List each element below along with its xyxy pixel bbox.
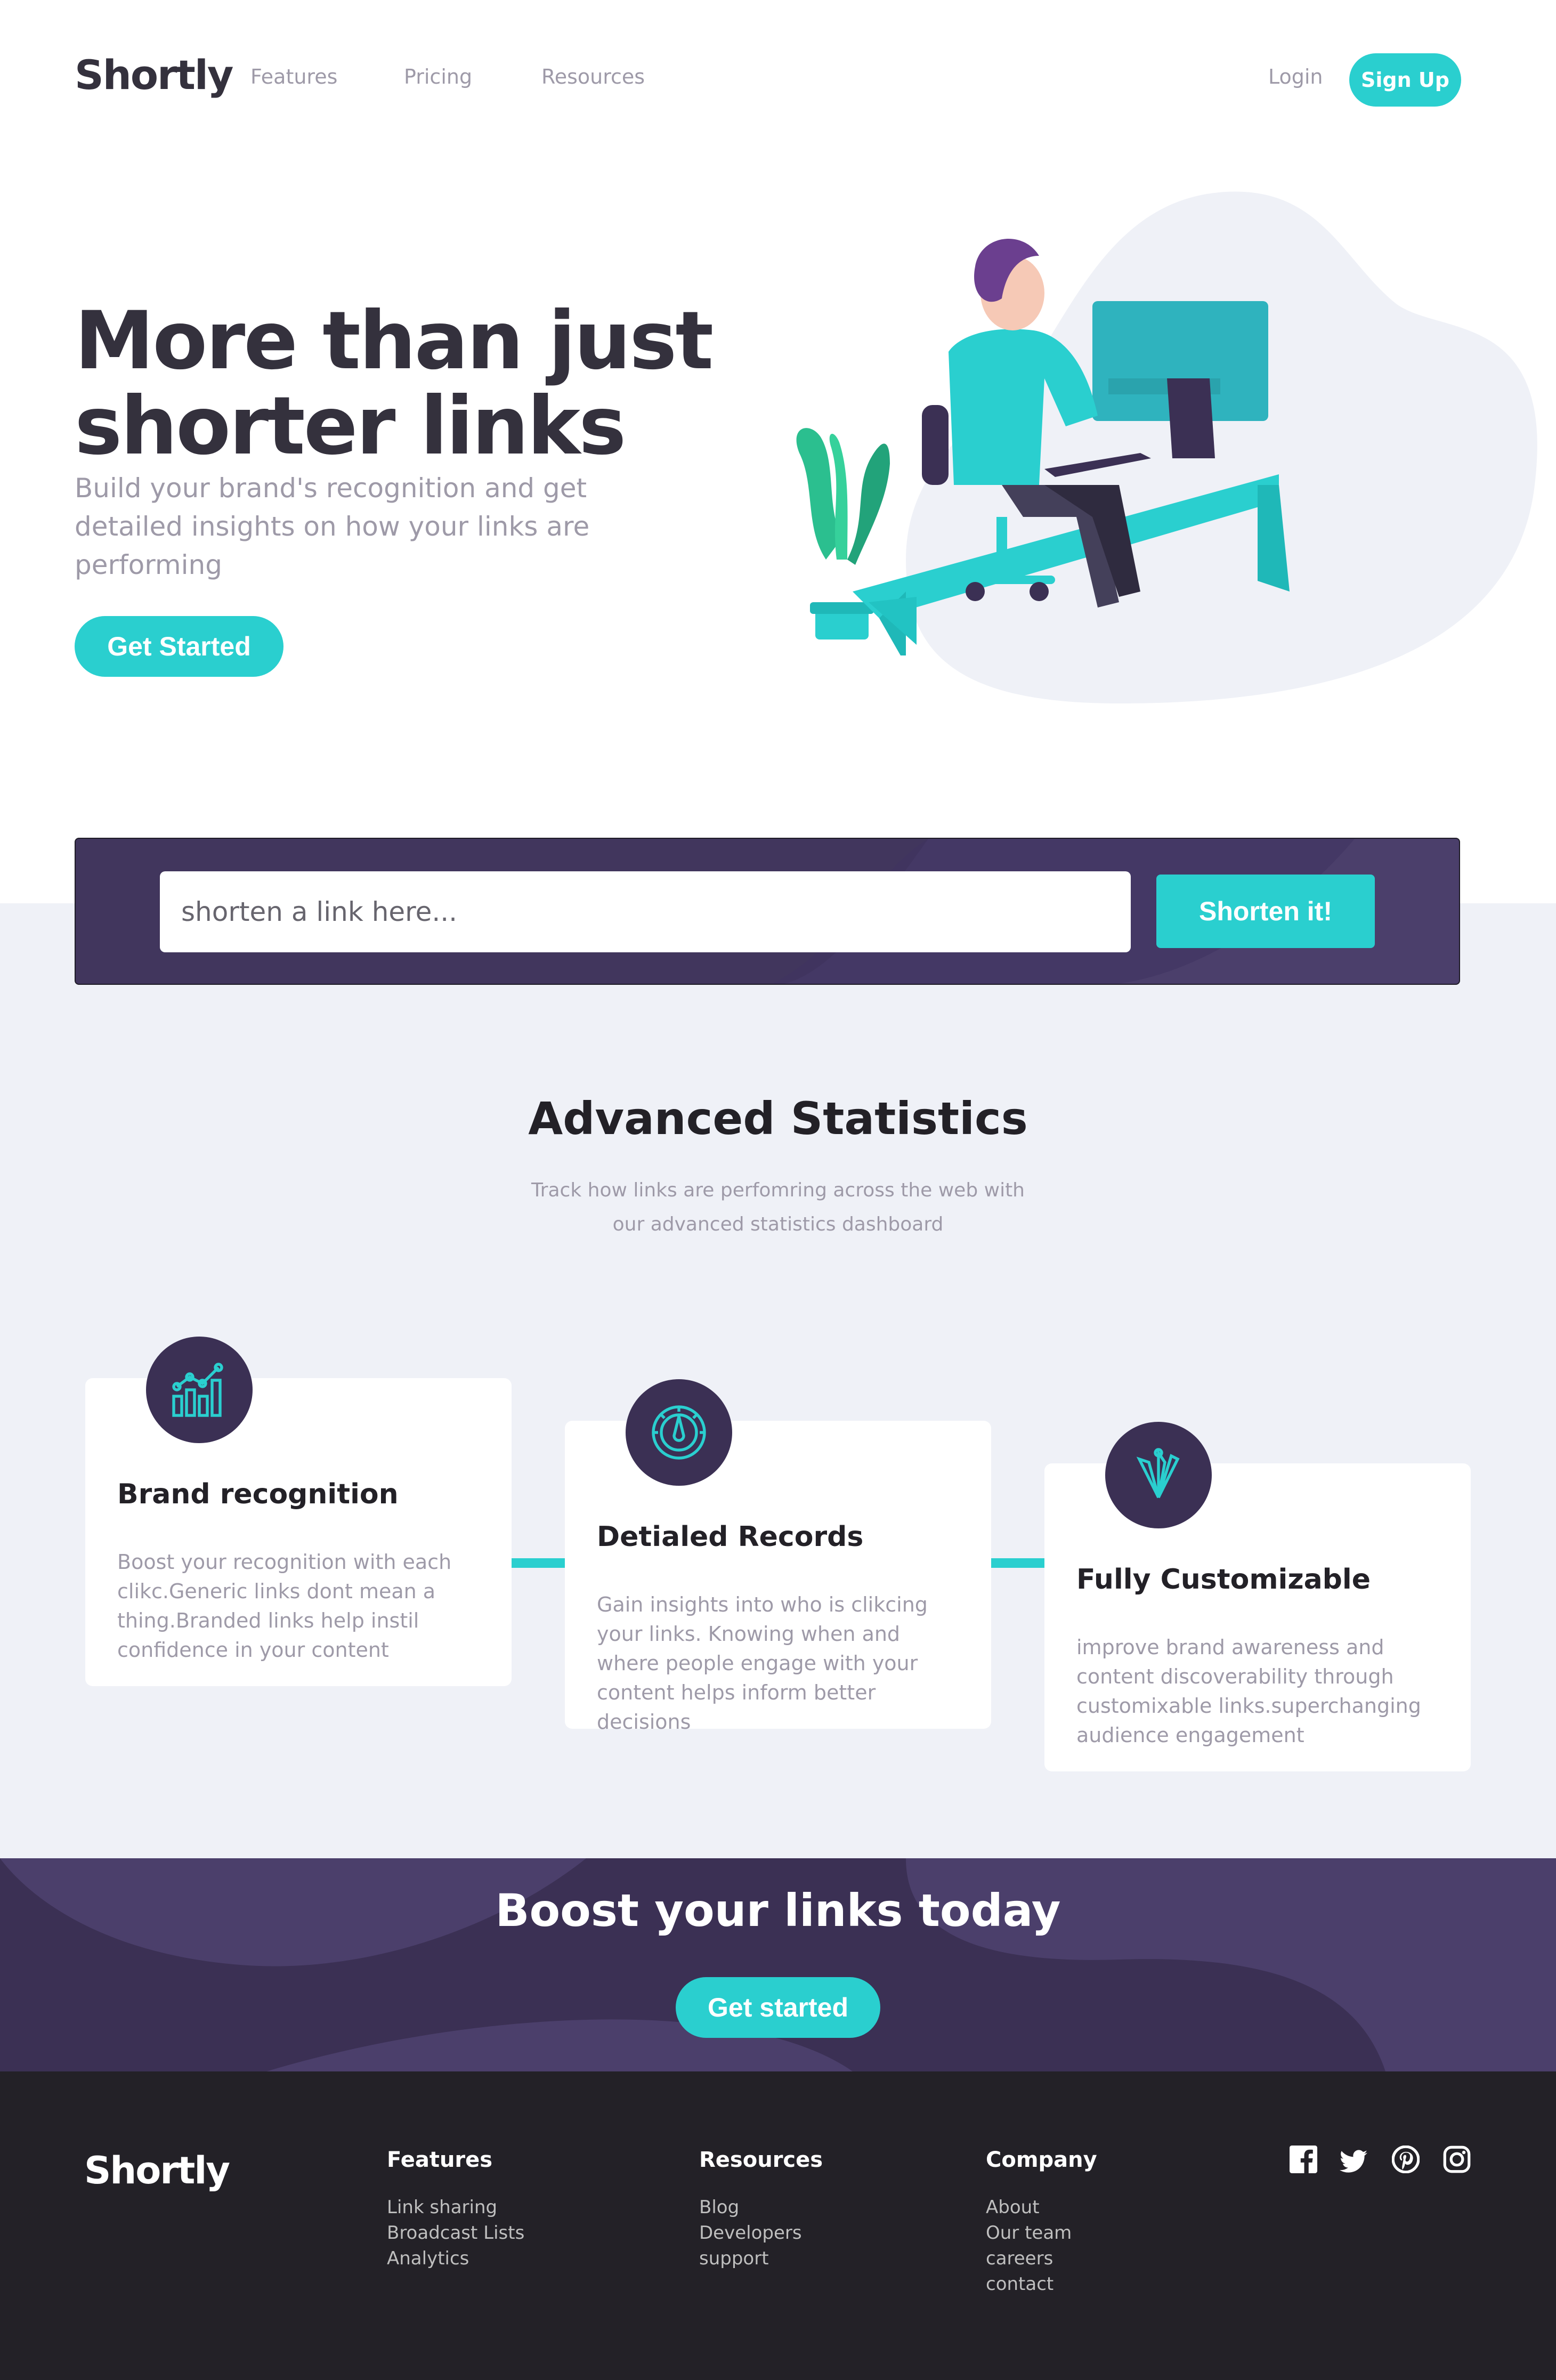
footer-link[interactable]: support: [699, 2246, 823, 2271]
detailed-records-icon: [626, 1379, 732, 1486]
hero-title-line1: More than just: [75, 295, 714, 387]
fully-customizable-icon: [1105, 1422, 1212, 1528]
card-text: Boost your recognition with each clikc.G…: [117, 1550, 452, 1662]
get-started-button[interactable]: Get Started: [75, 616, 283, 677]
footer-heading: Resources: [699, 2148, 823, 2172]
footer-heading: Features: [387, 2148, 493, 2172]
card-connector: [990, 1558, 1046, 1568]
card-text: Gain insights into who is clikcing your …: [597, 1593, 928, 1734]
card-connector: [510, 1558, 566, 1568]
card-text: improve brand awareness and content disc…: [1076, 1636, 1421, 1747]
signup-button[interactable]: Sign Up: [1349, 53, 1461, 107]
boost-title: Boost your links today: [495, 1884, 1061, 1937]
hero-subtitle: Build your brand's recognition and get d…: [75, 473, 590, 580]
feature-card-brand: Brand recognition Boost your recognition…: [85, 1378, 512, 1686]
statistics-subtitle-line2: our advanced statistics dashboard: [612, 1213, 944, 1235]
logo[interactable]: Shortly: [75, 51, 233, 99]
footer-link[interactable]: Link sharing: [387, 2195, 524, 2220]
hero-illustration: [796, 191, 1537, 703]
feature-card-records: Detialed Records Gain insights into who …: [565, 1421, 991, 1734]
nav-resources[interactable]: Resources: [541, 65, 645, 88]
pinterest-icon[interactable]: [1392, 2146, 1420, 2173]
nav-pricing[interactable]: Pricing: [404, 65, 472, 88]
statistics-subtitle-line1: Track how links are perfomring across th…: [531, 1179, 1025, 1201]
statistics-title: Advanced Statistics: [528, 1092, 1028, 1145]
footer-column-company: Company About Our team careers contact: [986, 2148, 1097, 2297]
feature-card-customizable: Fully Customizable improve brand awarene…: [1044, 1463, 1471, 1771]
footer-link[interactable]: Broadcast Lists: [387, 2220, 524, 2246]
footer-link[interactable]: careers: [986, 2246, 1097, 2271]
twitter-icon[interactable]: [1340, 2148, 1367, 2175]
footer-column-resources: Resources Blog Developers support: [699, 2148, 823, 2271]
nav-features[interactable]: Features: [250, 65, 337, 88]
footer-column-features: Features Link sharing Broadcast Lists An…: [387, 2148, 524, 2271]
footer-link[interactable]: Blog: [699, 2195, 823, 2220]
shorten-button[interactable]: Shorten it!: [1156, 875, 1375, 948]
footer-link[interactable]: Our team: [986, 2220, 1097, 2246]
footer-logo[interactable]: Shortly: [84, 2149, 230, 2192]
footer-link[interactable]: Developers: [699, 2220, 823, 2246]
card-title: Detialed Records: [597, 1521, 864, 1553]
footer-link[interactable]: Analytics: [387, 2246, 524, 2271]
shorten-input[interactable]: shorten a link here...: [160, 871, 1131, 952]
instagram-icon[interactable]: [1443, 2146, 1471, 2173]
hero-title-line2: shorter links: [75, 380, 626, 473]
card-title: Brand recognition: [117, 1478, 399, 1510]
footer-link[interactable]: About: [986, 2195, 1097, 2220]
hero-text: More than just shorter links: [75, 298, 714, 469]
brand-recognition-icon: [146, 1337, 253, 1443]
footer-heading: Company: [986, 2148, 1097, 2172]
login-link[interactable]: Login: [1268, 65, 1323, 88]
card-title: Fully Customizable: [1076, 1564, 1371, 1596]
boost-get-started-button[interactable]: Get started: [676, 1977, 880, 2038]
facebook-icon[interactable]: [1290, 2146, 1317, 2173]
footer-link[interactable]: contact: [986, 2271, 1097, 2297]
